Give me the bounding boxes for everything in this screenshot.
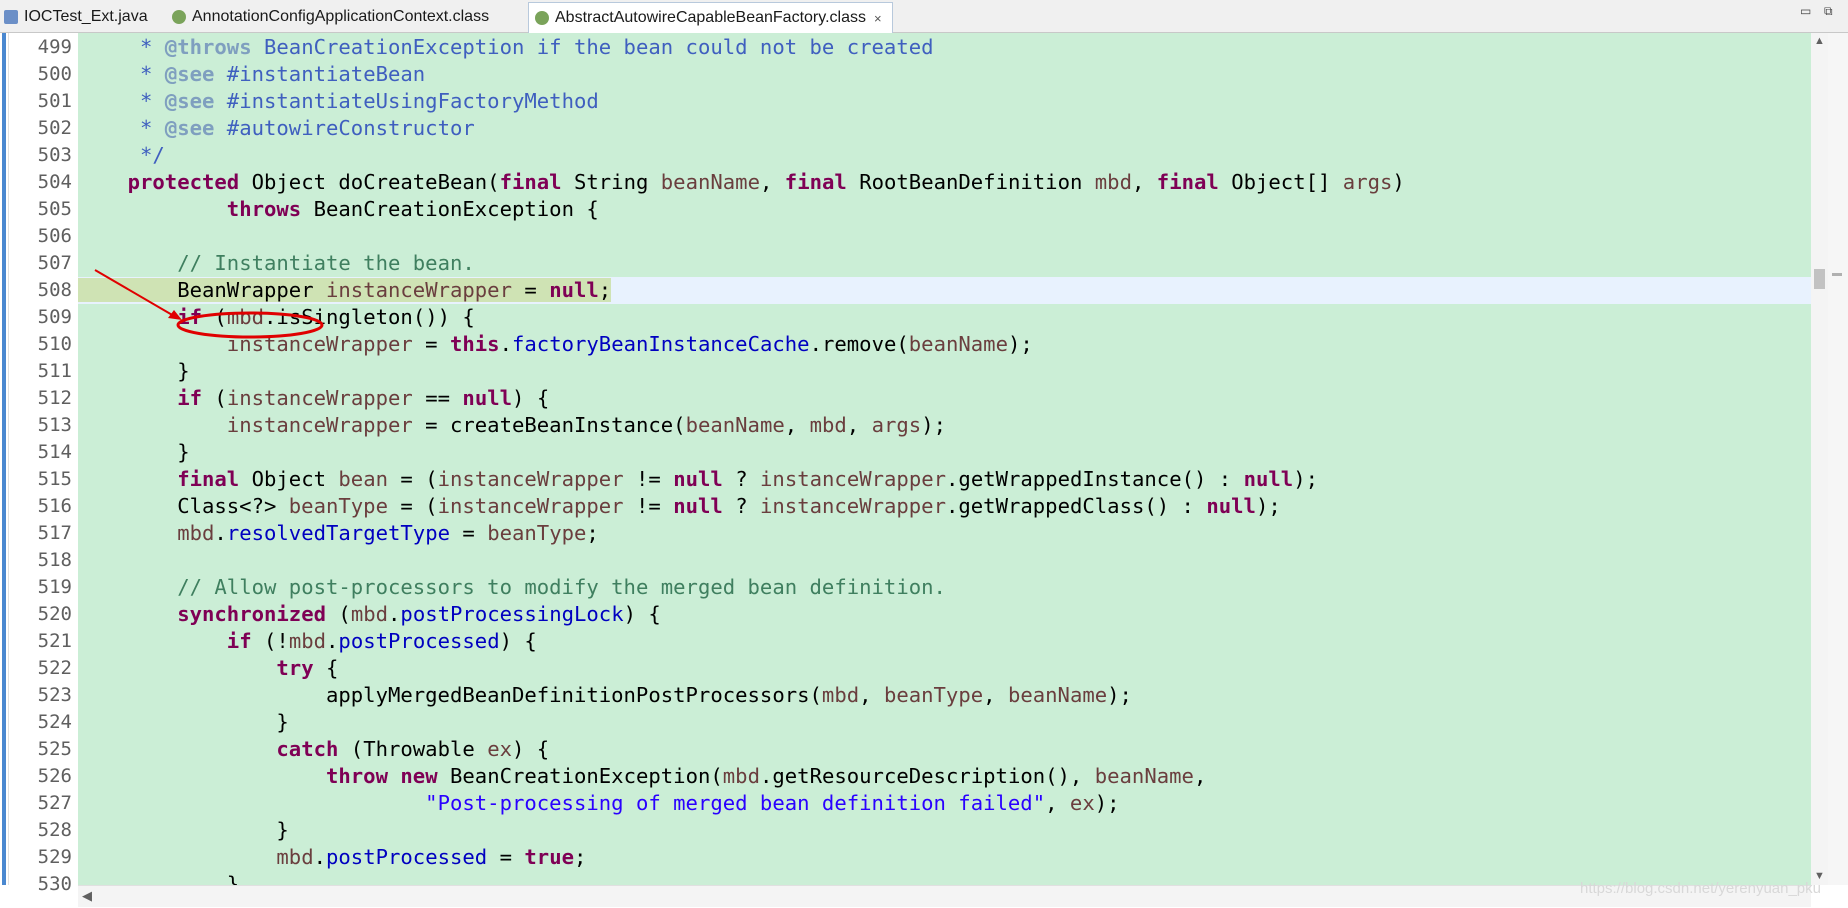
quick-diff-bar <box>2 33 6 885</box>
line-number: 506 <box>37 225 72 247</box>
code-line-499: * @throws BeanCreationException if the b… <box>78 35 934 59</box>
tab-abstractautowirecapablebeanfactory[interactable]: AbstractAutowireCapableBeanFactory.class… <box>528 2 893 33</box>
code-line-504: protected Object doCreateBean(final Stri… <box>127 170 1405 194</box>
code-line-513: instanceWrapper = createBeanInstance(bea… <box>226 413 947 437</box>
code-line-509: if (mbd.isSingleton()) { <box>177 305 475 329</box>
line-number: 500 <box>37 63 72 85</box>
code-line-521: if (!mbd.postProcessed) { <box>226 629 537 653</box>
scrollbar-thumb[interactable] <box>1814 269 1825 289</box>
code-line-527: "Post-processing of merged bean definiti… <box>425 791 1120 815</box>
code-line-528: } <box>78 818 289 842</box>
line-number: 505 <box>37 198 72 220</box>
code-line-530: } <box>78 872 240 885</box>
tab-label: IOCTest_Ext.java <box>24 8 148 25</box>
line-number: 526 <box>37 765 72 787</box>
line-number: 504 <box>37 171 72 193</box>
line-number: 515 <box>37 468 72 490</box>
line-number: 521 <box>37 630 72 652</box>
line-number: 527 <box>37 792 72 814</box>
code-line-508-current: BeanWrapper instanceWrapper = null; <box>78 277 1811 304</box>
code-line-522: try { <box>276 656 339 680</box>
line-number: 510 <box>37 333 72 355</box>
line-number: 519 <box>37 576 72 598</box>
vertical-scrollbar[interactable]: ▲ ▼ <box>1811 33 1828 885</box>
scroll-up-icon[interactable]: ▲ <box>1811 33 1828 50</box>
line-number: 516 <box>37 495 72 517</box>
line-number: 513 <box>37 414 72 436</box>
java-file-icon <box>4 10 18 24</box>
line-number: 511 <box>37 360 72 382</box>
code-line-500: * @see #instantiateBean <box>78 62 426 86</box>
code-line-511: } <box>78 359 190 383</box>
line-number: 522 <box>37 657 72 679</box>
class-file-icon <box>172 10 186 24</box>
line-number: 517 <box>37 522 72 544</box>
line-number: 524 <box>37 711 72 733</box>
line-number: 501 <box>37 90 72 112</box>
code-line-512: if (instanceWrapper == null) { <box>177 386 550 410</box>
line-number-ruler: 499 500 501 502 503 504 505 506 507 508 … <box>9 33 78 895</box>
tab-label: AbstractAutowireCapableBeanFactory.class <box>555 9 866 26</box>
code-text-area[interactable]: * @throws BeanCreationException if the b… <box>78 33 1811 885</box>
line-number: 503 <box>37 144 72 166</box>
minimize-icon[interactable]: ▭ <box>1800 4 1811 18</box>
tab-annotationconfigapplicationcontext[interactable]: AnnotationConfigApplicationContext.class <box>172 2 489 32</box>
code-line-505: throws BeanCreationException { <box>226 197 599 221</box>
scroll-left-icon[interactable]: ◀ <box>82 888 92 904</box>
class-file-icon <box>535 11 549 25</box>
code-editor[interactable]: 499 500 501 502 503 504 505 506 507 508 … <box>0 33 1848 907</box>
code-line-524: } <box>78 710 289 734</box>
line-number: 507 <box>37 252 72 274</box>
code-line-517: mbd.resolvedTargetType = beanType; <box>177 521 599 545</box>
line-number: 520 <box>37 603 72 625</box>
tab-ioctest-ext[interactable]: IOCTest_Ext.java <box>4 2 148 32</box>
code-line-503: */ <box>78 143 165 167</box>
horizontal-scrollbar[interactable]: ◀ <box>78 885 1811 907</box>
tab-label: AnnotationConfigApplicationContext.class <box>192 8 490 25</box>
code-line-502: * @see #autowireConstructor <box>78 116 475 140</box>
code-line-514: } <box>78 440 190 464</box>
code-line-501: * @see #instantiateUsingFactoryMethod <box>78 89 599 113</box>
line-number: 508 <box>37 279 72 301</box>
code-line-529: mbd.postProcessed = true; <box>276 845 587 869</box>
code-line-520: synchronized (mbd.postProcessingLock) { <box>177 602 661 626</box>
restore-icon[interactable]: ⧉ <box>1824 4 1833 19</box>
code-line-523: applyMergedBeanDefinitionPostProcessors(… <box>78 683 1132 707</box>
line-number: 528 <box>37 819 72 841</box>
line-number: 525 <box>37 738 72 760</box>
watermark: https://blog.csdn.net/yerenyuan_pku <box>1580 880 1821 897</box>
overview-marker[interactable] <box>1832 273 1842 276</box>
code-line-526: throw new BeanCreationException(mbd.getR… <box>325 764 1207 788</box>
change-ruler <box>0 33 9 885</box>
line-number: 523 <box>37 684 72 706</box>
selected-word: BeanWrapper <box>177 278 314 302</box>
code-line-519: // Allow post-processors to modify the m… <box>177 575 946 599</box>
line-number: 514 <box>37 441 72 463</box>
line-number: 509 <box>37 306 72 328</box>
line-number: 530 <box>37 873 72 895</box>
line-number: 529 <box>37 846 72 868</box>
editor-tab-bar: IOCTest_Ext.java AnnotationConfigApplica… <box>0 0 1848 33</box>
code-line-507: // Instantiate the bean. <box>177 251 475 275</box>
code-line-525: catch (Throwable ex) { <box>276 737 550 761</box>
line-number: 502 <box>37 117 72 139</box>
code-line-510: instanceWrapper = this.factoryBeanInstan… <box>226 332 1033 356</box>
code-line-515: final Object bean = (instanceWrapper != … <box>177 467 1319 491</box>
code-line-516: Class<?> beanType = (instanceWrapper != … <box>78 494 1281 518</box>
line-number: 518 <box>37 549 72 571</box>
overview-ruler[interactable] <box>1828 33 1848 885</box>
line-number: 512 <box>37 387 72 409</box>
close-icon[interactable]: × <box>874 11 882 26</box>
line-number: 499 <box>37 36 72 58</box>
